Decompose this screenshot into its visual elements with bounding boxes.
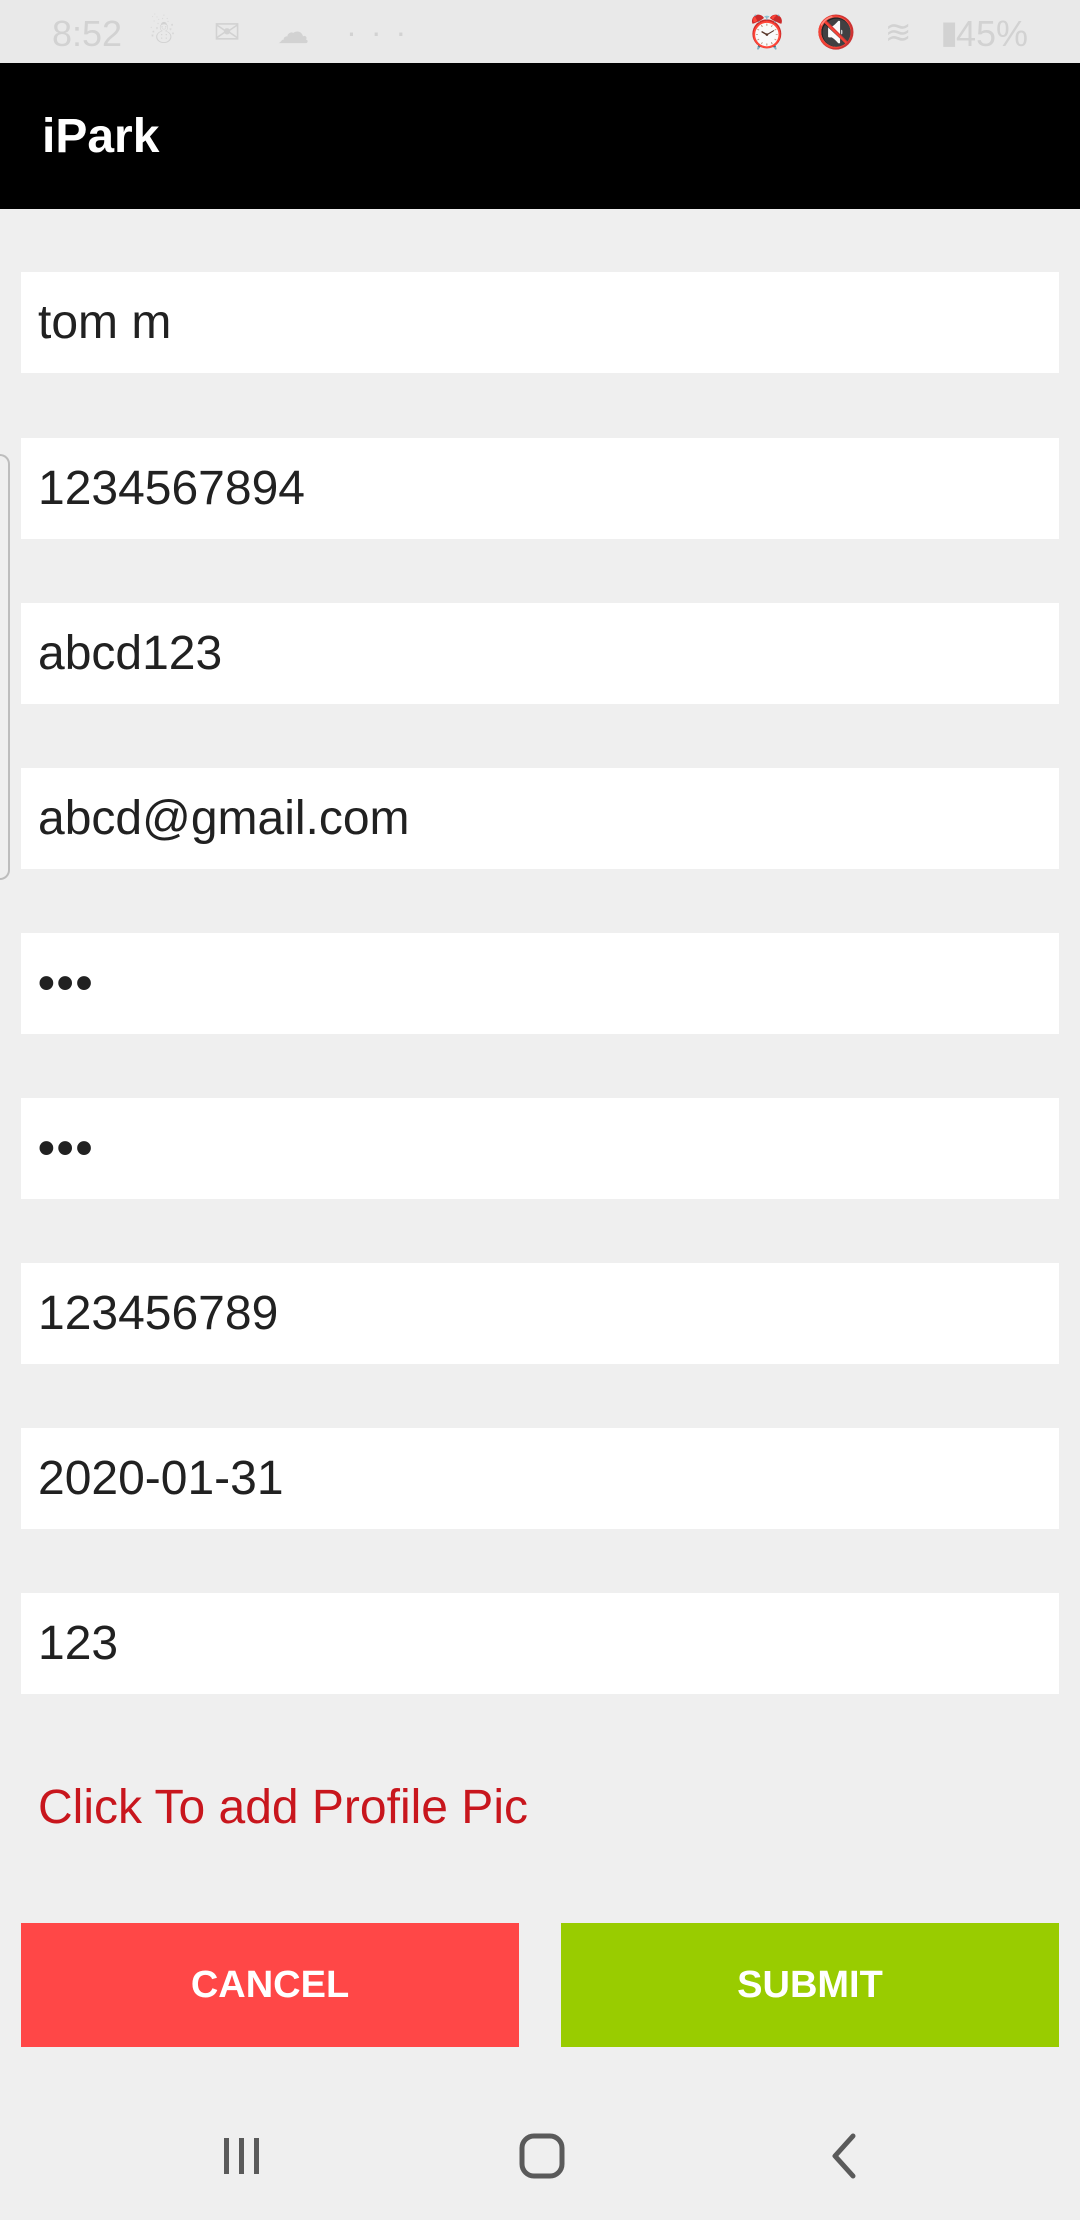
phone-field[interactable]: 1234567894 (21, 438, 1059, 539)
code-field[interactable]: 123 (21, 1593, 1059, 1694)
battery-level: 45% (955, 13, 1028, 54)
date-field[interactable]: 2020-01-31 (21, 1428, 1059, 1529)
add-profile-pic-link[interactable]: Click To add Profile Pic (38, 1780, 528, 1835)
navigation-bar (0, 2090, 1080, 2220)
confirm-password-field[interactable]: ••• (21, 1098, 1059, 1199)
app-title: iPark (42, 110, 160, 163)
license-number-field[interactable]: 123456789 (21, 1263, 1059, 1364)
back-icon[interactable] (815, 2130, 875, 2182)
edge-panel-handle[interactable] (0, 454, 10, 880)
system-icons: ⏰ 🔇 ≋ ▮ (747, 14, 968, 50)
home-icon[interactable] (512, 2130, 572, 2182)
recent-apps-icon[interactable] (212, 2130, 272, 2182)
password-field[interactable]: ••• (21, 933, 1059, 1034)
submit-button[interactable]: SUBMIT (561, 1923, 1059, 2047)
cancel-button[interactable]: CANCEL (21, 1923, 519, 2047)
app-bar: iPark (0, 63, 1080, 209)
status-time: 8:52 (52, 13, 123, 54)
status-bar: 8:52 ☃ ✉ ☁ ··· ⏰ 🔇 ≋ ▮ 45% (0, 0, 1080, 63)
notification-icons: ☃ ✉ ☁ ··· (148, 14, 421, 50)
email-field[interactable]: abcd@gmail.com (21, 768, 1059, 869)
username-field[interactable]: abcd123 (21, 603, 1059, 704)
name-field[interactable]: tom m (21, 272, 1059, 373)
